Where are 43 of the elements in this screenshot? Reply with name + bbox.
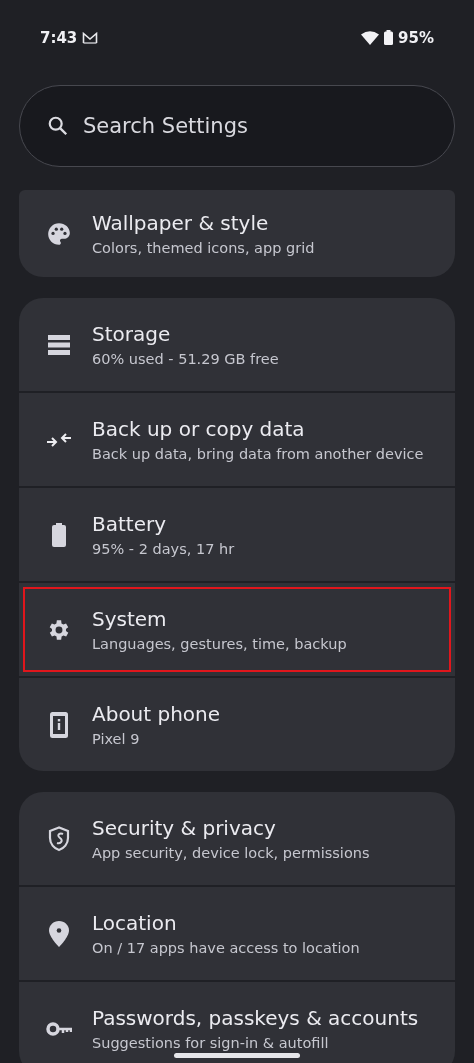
item-title: Battery xyxy=(92,512,168,536)
item-subtitle: App security, device lock, permissions xyxy=(92,845,370,861)
item-title: Wallpaper & style xyxy=(92,211,270,235)
item-title: Location xyxy=(92,911,178,935)
search-icon xyxy=(47,115,69,137)
settings-item[interactable]: Back up or copy data Back up data, bring data from another device xyxy=(19,393,455,486)
settings-item[interactable]: Battery 95% - 2 days, 17 hr xyxy=(19,488,455,581)
wifi-icon xyxy=(361,30,380,45)
item-subtitle: On / 17 apps have access to location xyxy=(92,940,360,956)
battery-percent: 95% xyxy=(398,28,434,47)
item-subtitle: Pixel 9 xyxy=(92,731,141,747)
battery-status-icon xyxy=(384,30,394,45)
battery-icon xyxy=(52,522,66,547)
settings-item[interactable]: Security & privacy App security, device lock, permissions xyxy=(19,792,455,885)
item-title: System xyxy=(92,607,168,631)
item-title: Security & privacy xyxy=(92,816,277,840)
item-subtitle: Languages, gestures, time, backup xyxy=(92,636,347,652)
palette-icon xyxy=(46,220,72,247)
settings-item[interactable]: Wallpaper & style Colors, themed icons, app grid xyxy=(19,190,455,277)
settings-item[interactable]: Passwords, passkeys & accounts Suggestions for sign-in & autofill xyxy=(19,982,455,1063)
item-subtitle: 95% - 2 days, 17 hr xyxy=(92,541,235,557)
shield-icon xyxy=(48,825,70,852)
item-title: About phone xyxy=(92,702,221,726)
item-title: Back up or copy data xyxy=(92,417,306,441)
arrows-icon xyxy=(47,432,71,447)
item-subtitle: Back up data, bring data from another device xyxy=(92,446,424,462)
settings-item[interactable]: About phone Pixel 9 xyxy=(19,678,455,771)
item-subtitle: Suggestions for sign-in & autofill xyxy=(92,1035,330,1051)
key-icon xyxy=(46,1021,72,1036)
location-pin-icon xyxy=(49,920,69,947)
item-title: Storage xyxy=(92,322,172,346)
search-field[interactable]: Search Settings xyxy=(19,85,455,167)
status-time: 7:43 xyxy=(40,28,78,47)
settings-item[interactable]: Storage 60% used - 51.29 GB free xyxy=(19,298,455,391)
settings-item[interactable]: Location On / 17 apps have access to location xyxy=(19,887,455,980)
storage-icon xyxy=(48,334,70,355)
item-subtitle: 60% used - 51.29 GB free xyxy=(92,351,279,367)
settings-item[interactable]: System Languages, gestures, time, backup xyxy=(19,583,455,676)
item-subtitle: Colors, themed icons, app grid xyxy=(92,240,315,256)
phone-info-icon xyxy=(50,711,68,738)
mail-icon xyxy=(82,31,99,44)
navigation-handle[interactable] xyxy=(174,1053,300,1058)
item-title: Passwords, passkeys & accounts xyxy=(92,1006,419,1030)
